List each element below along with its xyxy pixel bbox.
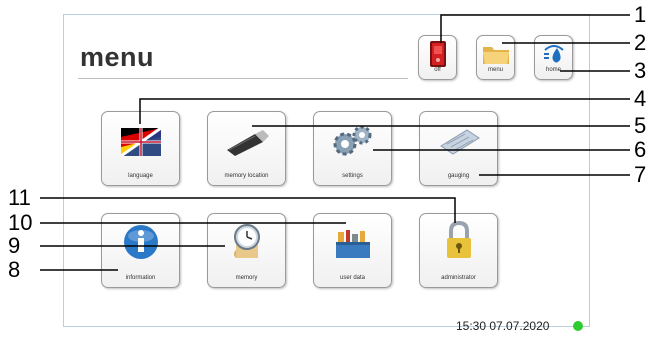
- callout-number-3: 3: [634, 58, 647, 83]
- callout-number-7: 7: [634, 162, 647, 187]
- callout-line-4: [139, 98, 630, 124]
- callout-number-5: 5: [634, 113, 647, 138]
- callout-number-11: 11: [8, 185, 31, 210]
- callout-number-2: 2: [634, 30, 647, 55]
- callout-number-9: 9: [8, 233, 21, 258]
- callout-line-11: [40, 197, 456, 223]
- callout-line-1: [440, 14, 630, 43]
- callout-number-10: 10: [8, 210, 33, 235]
- callout-lines: [40, 14, 630, 271]
- callout-number-6: 6: [634, 137, 647, 162]
- callout-number-8: 8: [8, 257, 21, 282]
- callout-number-1: 1: [634, 2, 647, 27]
- callout-number-4: 4: [634, 86, 647, 111]
